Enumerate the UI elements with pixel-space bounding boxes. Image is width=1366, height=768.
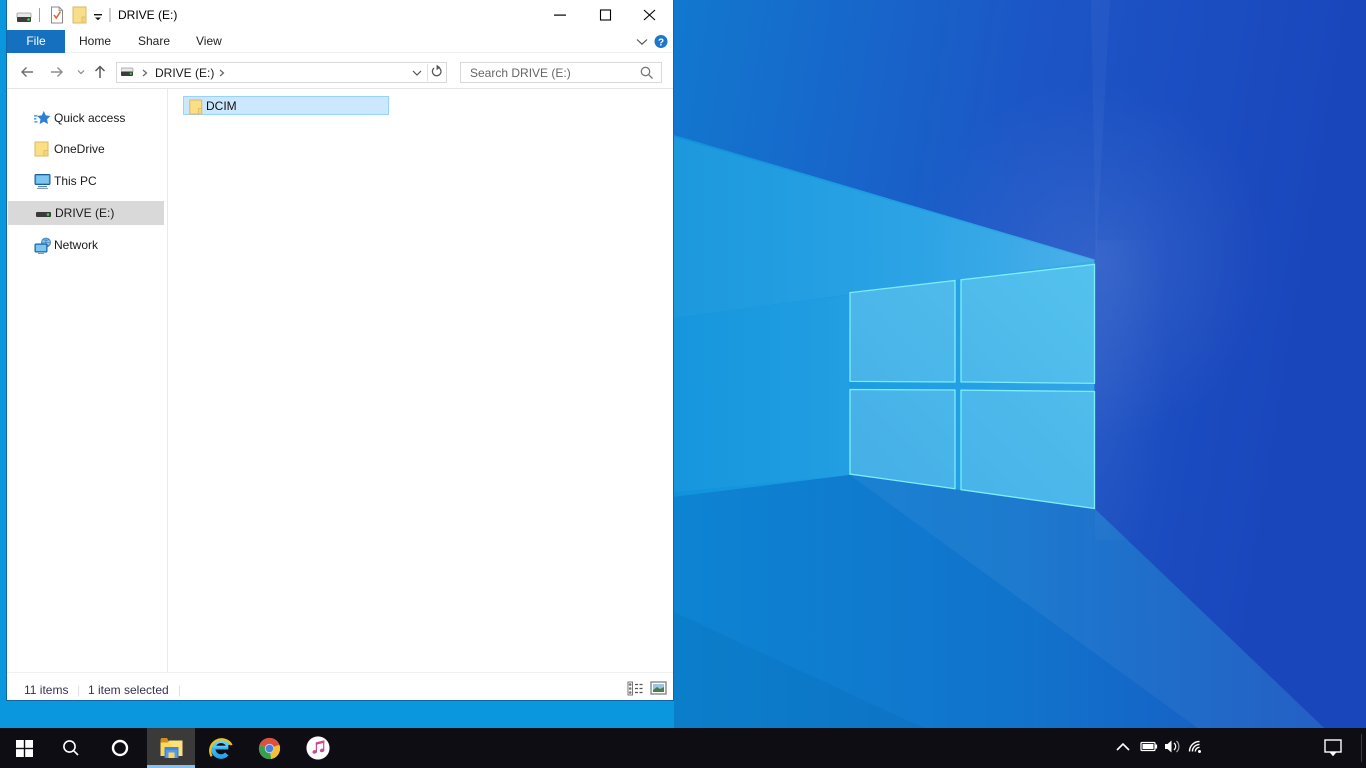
svg-text:?: ? [658, 38, 664, 49]
